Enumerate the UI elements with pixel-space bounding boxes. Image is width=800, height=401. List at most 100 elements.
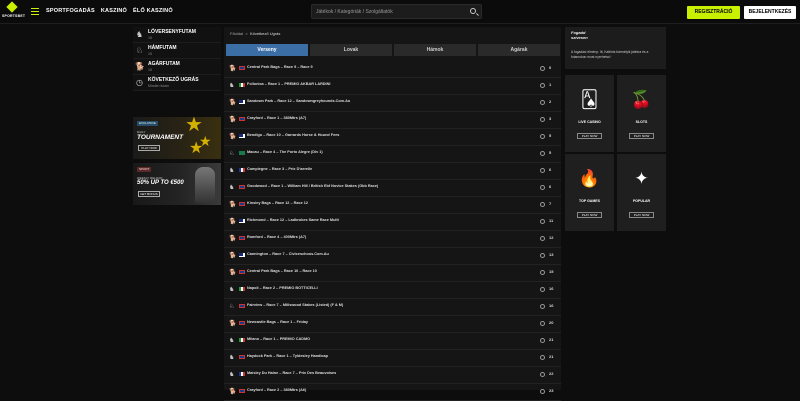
greyhound-icon: 🐕	[229, 100, 237, 106]
race-title: Fairview – Race 7 – Millswood Stakes (Li…	[247, 303, 344, 307]
race-row[interactable]: 🐕 Cannington – Race 7 – Civiceschoos.Com.…	[224, 248, 561, 265]
tab-race[interactable]: Verseny	[226, 44, 308, 56]
race-row[interactable]: 🐕 Central Park Bags – Race 10 – Race 10 15	[224, 265, 561, 282]
play-now-button[interactable]: PLAY NOW	[629, 212, 654, 218]
casino-card[interactable]: 🍒 SLOTS PLAY NOW	[617, 75, 666, 152]
race-row[interactable]: 🐕 Newcastle Bags – Race 1 – Friday 20	[224, 316, 561, 333]
banner-play-button[interactable]: PLAY NOW	[138, 145, 160, 151]
clock-icon	[540, 168, 545, 173]
greyhound-icon: 🐕	[135, 62, 145, 71]
top-bar: SPORTSBET SPORTFOGADÁS KASZINÓ ÉLŐ KASZI…	[0, 0, 800, 24]
sidebar-item-harness-racing[interactable]: ♘ HÁMFUTAM 15	[133, 43, 221, 59]
greyhound-icon: 🐕	[229, 134, 237, 140]
play-now-button[interactable]: PLAY NOW	[629, 133, 654, 139]
play-now-button[interactable]: PLAY NOW	[577, 133, 602, 139]
minutes-to-start: 23	[549, 388, 554, 393]
race-row[interactable]: ♞ Haydock Park – Race 1 – Tyldesley Handi…	[224, 350, 561, 367]
search-input[interactable]	[316, 7, 466, 17]
search-box	[311, 4, 482, 19]
race-tabs: Verseny Lovak Hámok Agárak	[226, 44, 560, 56]
nav-item-sports[interactable]: SPORTFOGADÁS	[46, 8, 95, 14]
flag-uk-icon	[239, 355, 245, 359]
minutes-to-start: 3	[549, 116, 552, 121]
tab-greyhounds[interactable]: Agárak	[478, 44, 560, 56]
race-title: Compiegne – Race 3 – Prix D'aerelle	[247, 167, 313, 171]
search-icon[interactable]	[470, 8, 476, 14]
breadcrumb-home[interactable]: Főoldal	[230, 31, 243, 36]
login-button[interactable]: BEJELENTKEZÉS	[744, 6, 796, 19]
banner-title: 50% UP TO €500	[137, 180, 184, 186]
race-row[interactable]: ♞ Goodwood – Race 1 – William Hill / Brit…	[224, 180, 561, 197]
race-row[interactable]: 🐕 Kinsley Bags – Race 12 – Race 12 7	[224, 197, 561, 214]
minutes-to-start: 1	[549, 82, 552, 87]
sidebar-item-greyhound-racing[interactable]: 🐕 AGÁRFUTAM 15	[133, 59, 221, 75]
race-row[interactable]: 🐕 Central Park Bags – Race 9 – Race 9 0	[224, 61, 561, 78]
flag-it-icon	[239, 83, 245, 87]
tournament-banner[interactable]: EXCLUSIVE DAILY TOURNAMENT PLAY NOW ★ ★ …	[133, 117, 221, 159]
race-row[interactable]: 🐕 Romford – Race 4 – 400Mtrs (A7) 12	[224, 231, 561, 248]
banner-bonus-button[interactable]: GET BONUS	[138, 191, 160, 197]
clock-icon	[540, 83, 545, 88]
race-title: Cannington – Race 7 – Civiceschoos.Com.A…	[247, 252, 329, 256]
sidebar: ♞ LÓVERSENYFUTAM 15 ♘ HÁMFUTAM 15 🐕 AGÁR…	[133, 27, 221, 205]
race-row[interactable]: ♞ Maisley Du Haine – Race 7 – Prix Des Be…	[224, 367, 561, 384]
flag-uk-icon	[239, 185, 245, 189]
card-label: SLOTS	[635, 120, 648, 124]
clock-icon	[540, 338, 545, 343]
race-row[interactable]: ♞ Follonica – Race 1 – PREMIO AKBAR LARDI…	[224, 78, 561, 95]
race-title: Goodwood – Race 1 – William Hill / Briti…	[247, 184, 379, 188]
minutes-to-start: 6	[549, 184, 552, 189]
minutes-to-start: 20	[549, 320, 554, 325]
reload-bonus-banner[interactable]: SPORT WEEKLY RELOAD 50% UP TO €500 GET B…	[133, 163, 221, 205]
race-title: Romford – Race 4 – 400Mtrs (A7)	[247, 235, 307, 239]
clock-icon	[540, 151, 545, 156]
minutes-to-start: 21	[549, 337, 554, 342]
flag-uk-icon	[239, 66, 245, 70]
greyhound-icon: 🐕	[229, 202, 237, 208]
nav-item-live-casino[interactable]: ÉLŐ KASZINÓ	[133, 8, 173, 14]
nav-item-casino[interactable]: KASZINÓ	[101, 8, 127, 14]
race-row[interactable]: 🐕 Bendigo – Race 10 – Garrards Horse & Ho…	[224, 129, 561, 146]
minutes-to-start: 2	[549, 99, 552, 104]
horse-icon: ♞	[229, 287, 235, 293]
clock-icon: ◷	[136, 78, 143, 87]
race-row[interactable]: ♞ Milano – Race 1 – PREMIO CADMO 21	[224, 333, 561, 350]
clock-icon	[540, 100, 545, 105]
greyhound-icon: 🐕	[229, 219, 237, 225]
clock-icon	[540, 185, 545, 190]
casino-card[interactable]: 🔥 TOP GAMES PLAY NOW	[565, 154, 614, 231]
casino-card[interactable]: 🂡 LIVE CASINO PLAY NOW	[565, 75, 614, 152]
harness-icon: ♘	[229, 304, 235, 310]
race-title: Crayford – Race 2 – 380Mtrs (A6)	[247, 388, 307, 392]
banner-title: TOURNAMENT	[137, 134, 184, 141]
race-row[interactable]: ♘ Fairview – Race 7 – Millswood Stakes (L…	[224, 299, 561, 316]
hamburger-menu-icon[interactable]	[31, 8, 39, 15]
sidebar-item-label: HÁMFUTAM	[148, 45, 177, 51]
tab-harness[interactable]: Hámok	[394, 44, 476, 56]
race-row[interactable]: 🐕 Sandown Park – Race 12 – Sandowngreyhou…	[224, 95, 561, 112]
race-row[interactable]: 🐕 Richmond – Race 12 – Ladbrokes Same Rac…	[224, 214, 561, 231]
race-row[interactable]: ♞ Napoli – Race 2 – PREMIO BOTTICELLI 16	[224, 282, 561, 299]
sportsbet-logo[interactable]: SPORTSBET	[2, 1, 25, 21]
race-row[interactable]: ♘ Macau – Race 4 – The Porto Alegre (Div …	[224, 146, 561, 163]
sidebar-item-count: Minden futam	[148, 84, 170, 88]
main-nav: SPORTFOGADÁS KASZINÓ ÉLŐ KASZINÓ	[46, 8, 173, 14]
horse-icon: ♞	[135, 30, 144, 39]
flag-uk-icon	[239, 202, 245, 206]
race-row[interactable]: ♞ Compiegne – Race 3 – Prix D'aerelle 6	[224, 163, 561, 180]
play-now-button[interactable]: PLAY NOW	[577, 212, 602, 218]
sidebar-item-next-jump[interactable]: ◷ KÖVETKEZŐ UGRÁS Minden futam	[133, 75, 221, 91]
tab-horses[interactable]: Lovak	[310, 44, 392, 56]
flag-au-icon	[239, 219, 245, 223]
clock-icon	[540, 372, 545, 377]
clock-icon	[540, 134, 545, 139]
clock-icon	[540, 236, 545, 241]
race-row[interactable]: 🐕 Crayford – Race 1 – 380Mtrs (A7) 3	[224, 112, 561, 129]
race-row[interactable]: 🐕 Crayford – Race 2 – 380Mtrs (A6) 23	[224, 384, 561, 401]
casino-card[interactable]: ✦ POPULAR PLAY NOW	[617, 154, 666, 231]
register-button[interactable]: REGISZTRÁCIÓ	[687, 6, 740, 19]
clock-icon	[540, 253, 545, 258]
greyhound-icon: 🐕	[229, 117, 237, 123]
sidebar-item-horse-racing[interactable]: ♞ LÓVERSENYFUTAM 15	[133, 27, 221, 43]
logo-icon	[6, 1, 18, 13]
